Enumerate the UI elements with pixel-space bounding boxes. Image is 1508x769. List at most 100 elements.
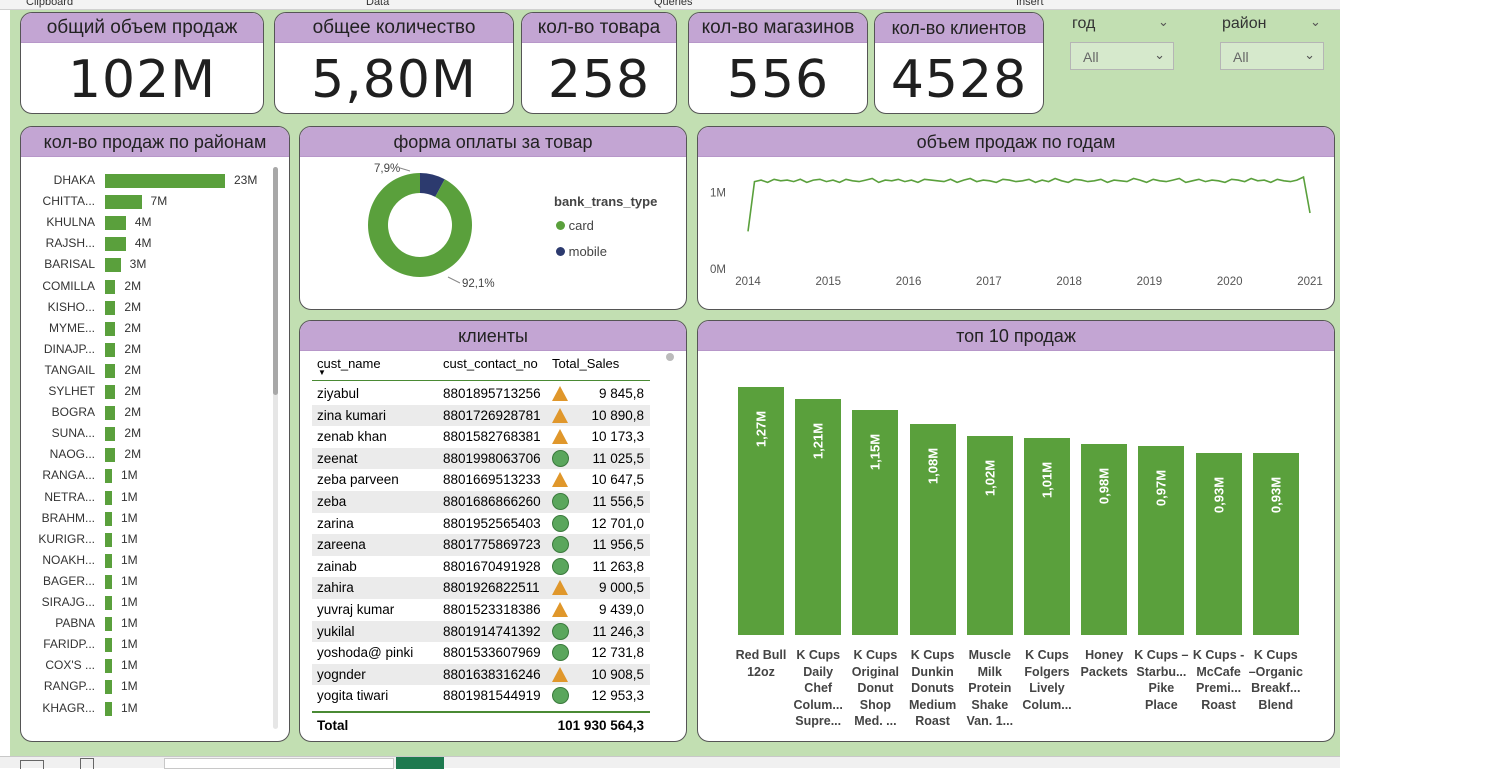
- category-label-line: K Cups: [853, 648, 898, 662]
- page-navigator-icon[interactable]: [80, 758, 94, 769]
- district-category-label: NETRA...: [44, 489, 95, 504]
- district-data-label: 2M: [124, 320, 142, 335]
- kpi-title: кол-во товара: [522, 13, 676, 43]
- cell-cust-name: zareena: [317, 537, 366, 553]
- top-category-label: K Cups – Starbu... Pike Place: [1132, 647, 1190, 713]
- district-data-label: 2M: [124, 447, 142, 462]
- kpi-card-client-count[interactable]: кол-во клиентов 4528: [874, 12, 1044, 114]
- category-label-line: –Organic: [1248, 664, 1303, 679]
- legend-item-card[interactable]: card: [556, 218, 594, 233]
- category-label-line: Starbu...: [1136, 664, 1187, 679]
- kpi-card-total-sales[interactable]: общий объем продаж 102M: [20, 12, 264, 114]
- district-data-label: 2M: [124, 341, 142, 356]
- top-sales-bar[interactable]: 1,02M: [966, 435, 1013, 635]
- column-header-contact[interactable]: cust_contact_no: [443, 356, 538, 371]
- table-row[interactable]: zeba parveen 8801669513233 10 647,5: [312, 469, 650, 491]
- column-header-cust-name[interactable]: cust_name: [317, 356, 381, 371]
- district-bar: [105, 469, 112, 484]
- top-sales-bar[interactable]: 1,15M: [852, 410, 899, 635]
- slicer-district-dropdown[interactable]: All ⌄: [1220, 42, 1324, 70]
- district-data-label: 4M: [134, 215, 152, 230]
- yearly-sales-chart[interactable]: объем продаж по годам 0M 1M 2014 2015 2016 20…: [697, 126, 1335, 310]
- table-row[interactable]: zeba 8801686866260 11 556,5: [312, 491, 650, 513]
- table-row[interactable]: zeenat 8801998063706 11 025,5: [312, 447, 650, 470]
- kpi-card-total-quantity[interactable]: общее количество 5,80M: [274, 12, 514, 114]
- warning-triangle-icon: [552, 472, 568, 488]
- district-bar: [105, 279, 116, 294]
- district-category-label: RANGA...: [42, 468, 95, 483]
- top-sales-bar[interactable]: 1,21M: [795, 398, 842, 635]
- district-category-label: DHAKA: [53, 173, 95, 187]
- chevron-down-icon[interactable]: ⌄: [1310, 14, 1321, 30]
- top-sales-bar[interactable]: 0,97M: [1138, 445, 1185, 635]
- top-sales-bar[interactable]: 1,08M: [909, 424, 956, 635]
- district-sales-chart[interactable]: кол-во продаж по районам DHAKA 23M CHITTA.…: [20, 126, 290, 742]
- table-row[interactable]: zarina 8801952565403 12 701,0: [312, 513, 650, 535]
- ribbon-group-clipboard: Clipboard: [26, 0, 74, 8]
- report-canvas: общий объем продаж 102M общее количество…: [10, 10, 1340, 756]
- kpi-card-product-count[interactable]: кол-во товара 258: [521, 12, 677, 114]
- district-category-label: SIRAJG...: [41, 595, 95, 609]
- table-row[interactable]: zina kumari 8801726928781 10 890,8: [312, 404, 650, 427]
- vertical-scrollbar[interactable]: [273, 167, 278, 729]
- table-row[interactable]: zahira 8801926822511 9 000,5: [312, 577, 650, 599]
- payment-type-chart[interactable]: форма оплаты за товар 7,9% 92,1% bank_tra…: [299, 126, 687, 310]
- top-10-sales-chart[interactable]: топ 10 продаж 1,27M Red Bull 12oz 1,21M K Cu…: [697, 320, 1335, 742]
- top-sales-bar[interactable]: 0,93M: [1252, 453, 1299, 635]
- district-bar: [105, 617, 112, 632]
- district-data-label: 2M: [124, 384, 142, 398]
- cell-total-sales: 11 246,3: [592, 623, 644, 639]
- top-sales-bar[interactable]: 1,01M: [1024, 437, 1070, 635]
- top-sales-bar[interactable]: 0,98M: [1081, 443, 1128, 635]
- cell-total-sales: 10 647,5: [591, 472, 644, 488]
- district-category-label: RANGP...: [43, 679, 95, 694]
- top-category-label: Muscle Milk Protein Shake Van. 1...: [961, 647, 1019, 730]
- status-circle-icon: [552, 449, 569, 467]
- column-header-total-sales[interactable]: Total_Sales: [552, 356, 619, 371]
- page-tab[interactable]: [164, 758, 394, 769]
- chevron-down-icon[interactable]: ⌄: [1158, 14, 1169, 30]
- top-sales-bar[interactable]: 1,27M: [738, 387, 784, 635]
- district-category-label: NOAKH...: [42, 552, 95, 567]
- top-sales-bar[interactable]: 0,93M: [1195, 453, 1242, 635]
- district-data-label: 1M: [121, 637, 138, 652]
- slicer-district-label: район: [1222, 15, 1267, 32]
- cell-cust-name: zenab khan: [317, 429, 387, 445]
- table-row[interactable]: zenab khan 8801582768381 10 173,3: [312, 426, 650, 448]
- page-tab-active[interactable]: [396, 757, 444, 769]
- line-series-sales[interactable]: [747, 175, 1311, 232]
- cell-total-sales: 11 263,8: [592, 558, 644, 574]
- warning-triangle-icon: [552, 666, 568, 682]
- table-row[interactable]: zainab 8801670491928 11 263,8: [312, 556, 650, 578]
- x-tick-label: 2016: [896, 276, 922, 288]
- district-category-label: BAGER...: [42, 573, 95, 588]
- scrollbar-thumb[interactable]: [273, 167, 278, 395]
- table-row[interactable]: zareena 8801775869723 11 956,5: [312, 534, 650, 556]
- table-row[interactable]: ziyabul 8801895713256 9 845,8: [312, 383, 650, 405]
- warning-triangle-icon: [552, 602, 568, 617]
- kpi-card-store-count[interactable]: кол-во магазинов 556: [688, 12, 868, 114]
- top-category-label: Red Bull 12oz: [732, 647, 790, 680]
- table-row[interactable]: yognder 8801638316246 10 908,5: [312, 663, 650, 686]
- clients-table[interactable]: клиенты cust_name ▼ cust_contact_no Tota…: [299, 320, 687, 742]
- category-label-line: McCafe: [1196, 664, 1241, 679]
- status-circle-icon: [552, 687, 569, 705]
- cell-total-sales: 12 953,3: [591, 688, 644, 704]
- top-category-label: K Cups - McCafe Premi... Roast: [1190, 647, 1248, 713]
- warning-triangle-icon: [552, 407, 568, 423]
- table-row[interactable]: yogita tiwari 8801981544919 12 953,3: [312, 685, 650, 707]
- cell-contact: 8801775869723: [443, 537, 541, 553]
- cell-contact: 8801523318386: [443, 602, 541, 617]
- table-row[interactable]: yuvraj kumar 8801523318386 9 439,0: [312, 599, 650, 621]
- bar-data-label: 1,15M: [867, 434, 883, 471]
- legend-item-mobile[interactable]: mobile: [556, 244, 607, 259]
- district-data-label: 1M: [121, 489, 138, 504]
- category-label-line: Shake: [971, 697, 1009, 712]
- scrollbar-thumb[interactable]: [666, 353, 674, 361]
- slicer-year-dropdown[interactable]: All ⌄: [1070, 42, 1174, 70]
- sort-desc-icon[interactable]: ▼: [318, 368, 326, 377]
- table-row[interactable]: yukilal 8801914741392 11 246,3: [312, 620, 650, 643]
- top-category-label: K Cups Original Donut Shop Med. ...: [846, 647, 904, 730]
- district-bar: [105, 596, 112, 610]
- table-row[interactable]: yoshoda@ pinki 8801533607969 12 731,8: [312, 642, 650, 664]
